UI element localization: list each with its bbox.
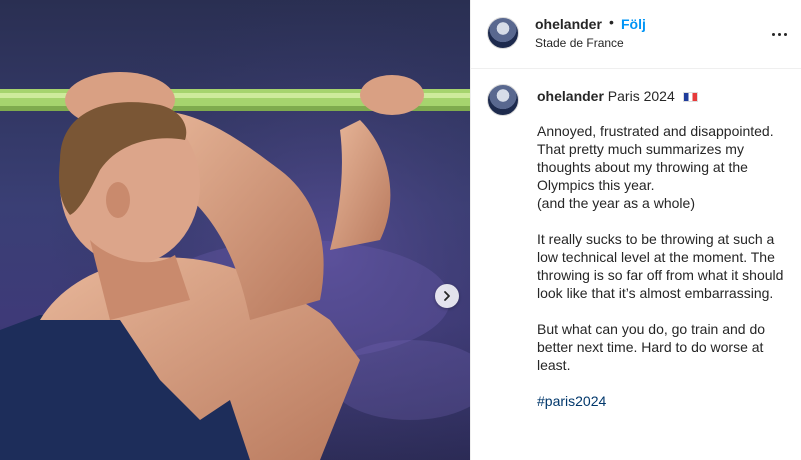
caption-line: (and the year as a whole)	[537, 195, 695, 211]
avatar[interactable]	[487, 17, 519, 49]
post-side-panel: ohelander • Följ Stade de France oheland…	[470, 0, 801, 460]
caption-paragraph: It really sucks to be throwing at such a…	[537, 231, 784, 301]
follow-button[interactable]: Följ	[621, 16, 646, 32]
more-options-button[interactable]	[767, 22, 791, 46]
caption-title: Paris 2024	[607, 88, 675, 104]
next-image-button[interactable]	[435, 284, 459, 308]
caption-text: Annoyed, frustrated and disappointed. Th…	[537, 122, 787, 410]
caption-line: Annoyed, frustrated and disappointed.	[537, 123, 774, 139]
caption-heading: ohelander Paris 2024	[537, 88, 698, 104]
location-link[interactable]: Stade de France	[535, 36, 624, 50]
athlete-photo	[0, 0, 470, 460]
caption-line: That pretty much summarizes my thoughts …	[537, 141, 748, 193]
more-horizontal-icon-dot	[777, 32, 781, 36]
caption-username[interactable]: ohelander	[537, 88, 604, 104]
more-horizontal-icon	[771, 32, 775, 36]
post-photo[interactable]	[0, 0, 470, 460]
flag-france-icon	[682, 92, 698, 102]
separator-dot: •	[609, 14, 614, 30]
caption-paragraph: But what can you do, go train and do bet…	[537, 321, 766, 373]
more-horizontal-icon-dot	[783, 32, 787, 36]
caption-avatar[interactable]	[487, 84, 519, 116]
chevron-right-icon	[444, 291, 450, 301]
post-header: ohelander • Följ Stade de France	[471, 0, 801, 69]
hashtag-link[interactable]: #paris2024	[537, 392, 787, 410]
header-username[interactable]: ohelander	[535, 16, 602, 32]
